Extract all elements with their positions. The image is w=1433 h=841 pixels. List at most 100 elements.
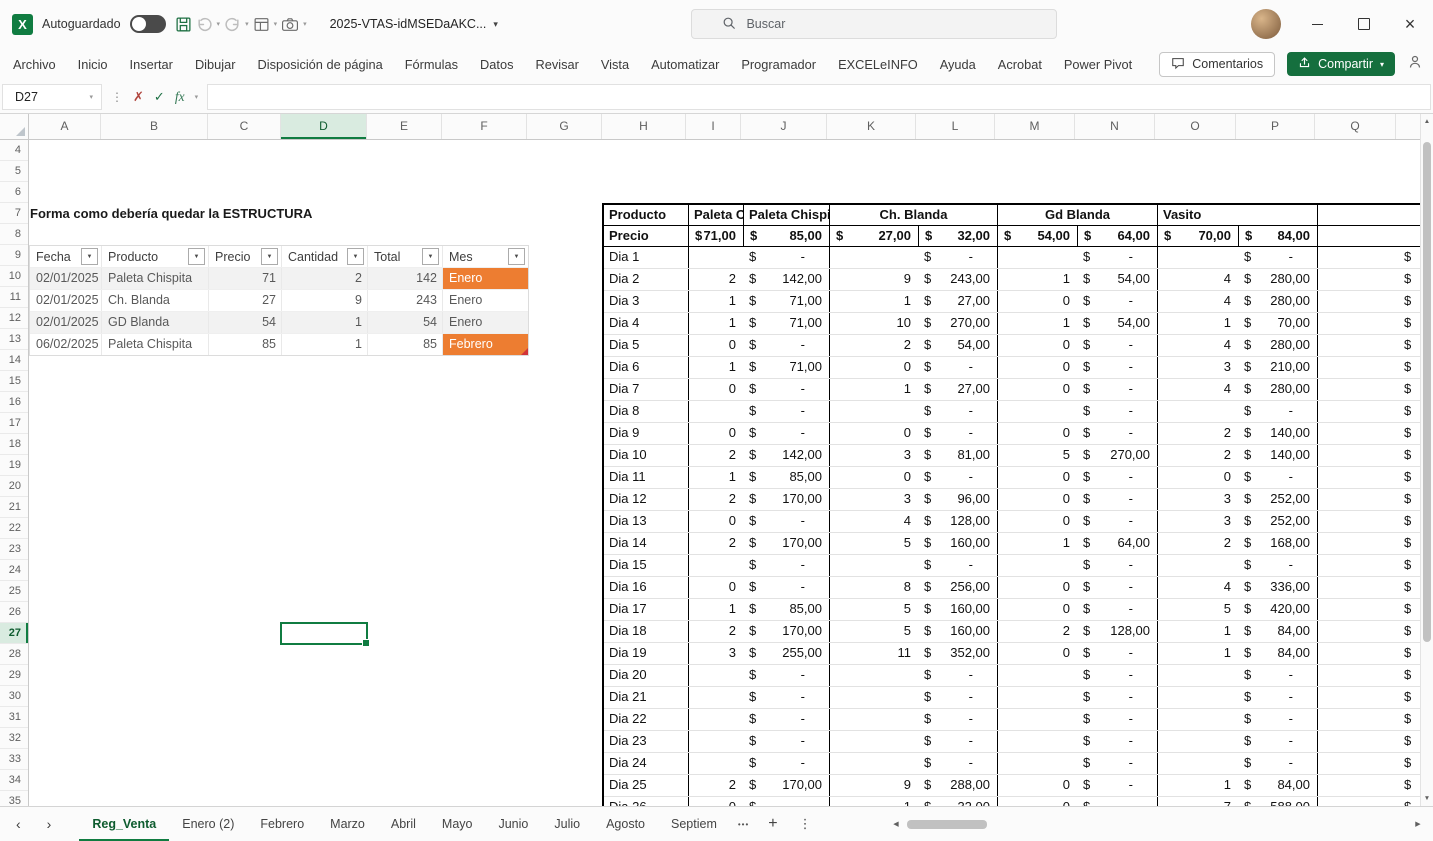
sheet-options-icon[interactable]: ⋮ [789, 807, 822, 841]
add-sheet-button[interactable]: + [757, 807, 788, 841]
cell[interactable]: $160,00 [918, 533, 997, 554]
cell[interactable]: $- [1077, 467, 1157, 488]
camera-icon[interactable] [281, 16, 299, 33]
cell[interactable]: Paleta C [688, 205, 743, 226]
row-header-25[interactable]: 25 [0, 581, 28, 602]
cell[interactable]: $- [1077, 797, 1157, 806]
row-header-12[interactable]: 12 [0, 308, 28, 329]
cell[interactable]: Dia 15 [604, 555, 688, 576]
cell[interactable]: Febrero [443, 334, 528, 355]
document-title[interactable]: 2025-VTAS-idMSEDaAKC... ▾ [330, 17, 498, 31]
cell[interactable]: $- [743, 379, 829, 400]
cell[interactable]: $- [918, 665, 997, 686]
cell[interactable] [1317, 291, 1398, 312]
undo-icon[interactable] [196, 16, 213, 33]
ribbon-tab-acrobat[interactable]: Acrobat [987, 48, 1053, 80]
cell[interactable]: $84,00 [1238, 775, 1317, 796]
filter-dropdown-icon[interactable]: ▼ [261, 248, 278, 265]
cell[interactable]: $- [918, 731, 997, 752]
filter-header-mes[interactable]: Mes▼ [443, 246, 528, 267]
cell[interactable]: 1 [997, 533, 1077, 554]
cell[interactable]: Dia 16 [604, 577, 688, 598]
cell[interactable]: $170,00 [743, 489, 829, 510]
cell[interactable]: GD Blanda [102, 312, 209, 333]
cell[interactable]: $280,00 [1238, 335, 1317, 356]
cell[interactable]: $27,00 [918, 379, 997, 400]
cell[interactable]: Dia 7 [604, 379, 688, 400]
cell[interactable]: Dia 14 [604, 533, 688, 554]
filter-dropdown-icon[interactable]: ▼ [188, 248, 205, 265]
cell[interactable]: $85,00 [743, 467, 829, 488]
cell[interactable]: $255,00 [743, 643, 829, 664]
cell[interactable]: Dia 25 [604, 775, 688, 796]
cell[interactable]: 0 [997, 357, 1077, 378]
cell[interactable]: Dia 8 [604, 401, 688, 422]
cell[interactable]: $142,00 [743, 269, 829, 290]
row-header-10[interactable]: 10 [0, 266, 28, 287]
filter-dropdown-icon[interactable]: ▼ [347, 248, 364, 265]
cell[interactable] [997, 709, 1077, 730]
cell[interactable]: 02/01/2025 [30, 312, 102, 333]
cell[interactable] [688, 665, 743, 686]
cell[interactable]: $270,00 [918, 313, 997, 334]
cell[interactable] [1317, 379, 1398, 400]
cell[interactable]: Dia 12 [604, 489, 688, 510]
filter-dropdown-icon[interactable]: ▼ [422, 248, 439, 265]
cell[interactable]: Precio [604, 226, 688, 247]
cell[interactable]: $- [1077, 379, 1157, 400]
row-header-4[interactable]: 4 [0, 140, 28, 161]
cell[interactable]: $ [1398, 313, 1420, 334]
row-header-32[interactable]: 32 [0, 728, 28, 749]
row-header-17[interactable]: 17 [0, 413, 28, 434]
cell[interactable]: 0 [997, 379, 1077, 400]
row-header-8[interactable]: 8 [0, 224, 28, 245]
cell[interactable]: $32,00 [918, 797, 997, 806]
cell[interactable]: Dia 11 [604, 467, 688, 488]
column-header-j[interactable]: J [741, 114, 827, 139]
column-header-f[interactable]: F [442, 114, 527, 139]
cell[interactable]: 1 [1157, 313, 1238, 334]
cell[interactable]: Dia 5 [604, 335, 688, 356]
cell[interactable]: $85,00 [743, 226, 829, 247]
cell[interactable] [688, 753, 743, 774]
cell[interactable]: $280,00 [1238, 269, 1317, 290]
cell[interactable] [1317, 687, 1398, 708]
horizontal-scrollbar-thumb[interactable] [907, 820, 987, 829]
cell[interactable]: $- [1077, 335, 1157, 356]
cell[interactable]: $ [1398, 445, 1420, 466]
cell[interactable] [997, 555, 1077, 576]
cell[interactable]: $- [743, 665, 829, 686]
cell[interactable]: 5 [829, 621, 918, 642]
cell[interactable] [1317, 247, 1398, 268]
cell[interactable]: $160,00 [918, 599, 997, 620]
cell[interactable]: 0 [997, 489, 1077, 510]
minimize-button[interactable] [1295, 0, 1341, 48]
scroll-down-icon[interactable]: ▼ [1421, 792, 1433, 805]
cell[interactable]: $140,00 [1238, 445, 1317, 466]
cell[interactable]: $- [918, 467, 997, 488]
cell[interactable]: 0 [997, 775, 1077, 796]
cell[interactable]: $243,00 [918, 269, 997, 290]
cell[interactable] [1157, 753, 1238, 774]
cell[interactable]: $- [1077, 775, 1157, 796]
cell[interactable]: Dia 19 [604, 643, 688, 664]
cell[interactable] [688, 247, 743, 268]
row-header-26[interactable]: 26 [0, 602, 28, 623]
cell[interactable]: Dia 10 [604, 445, 688, 466]
ribbon-tab-archivo[interactable]: Archivo [2, 48, 67, 80]
sheet-tab-abril[interactable]: Abril [378, 807, 429, 841]
cell[interactable]: $70,00 [1157, 226, 1238, 247]
column-header-g[interactable]: G [527, 114, 602, 139]
cell[interactable]: $ [1398, 335, 1420, 356]
cell[interactable]: 0 [688, 577, 743, 598]
column-header-l[interactable]: L [916, 114, 995, 139]
cell[interactable]: 2 [688, 269, 743, 290]
cell[interactable]: $- [743, 423, 829, 444]
user-icon[interactable] [1407, 54, 1423, 75]
cell[interactable]: 1 [282, 312, 368, 333]
cell[interactable]: $71,00 [743, 313, 829, 334]
cell[interactable]: 1 [688, 357, 743, 378]
cell[interactable]: 1 [688, 467, 743, 488]
cell[interactable]: 0 [997, 577, 1077, 598]
cell[interactable]: $- [743, 687, 829, 708]
